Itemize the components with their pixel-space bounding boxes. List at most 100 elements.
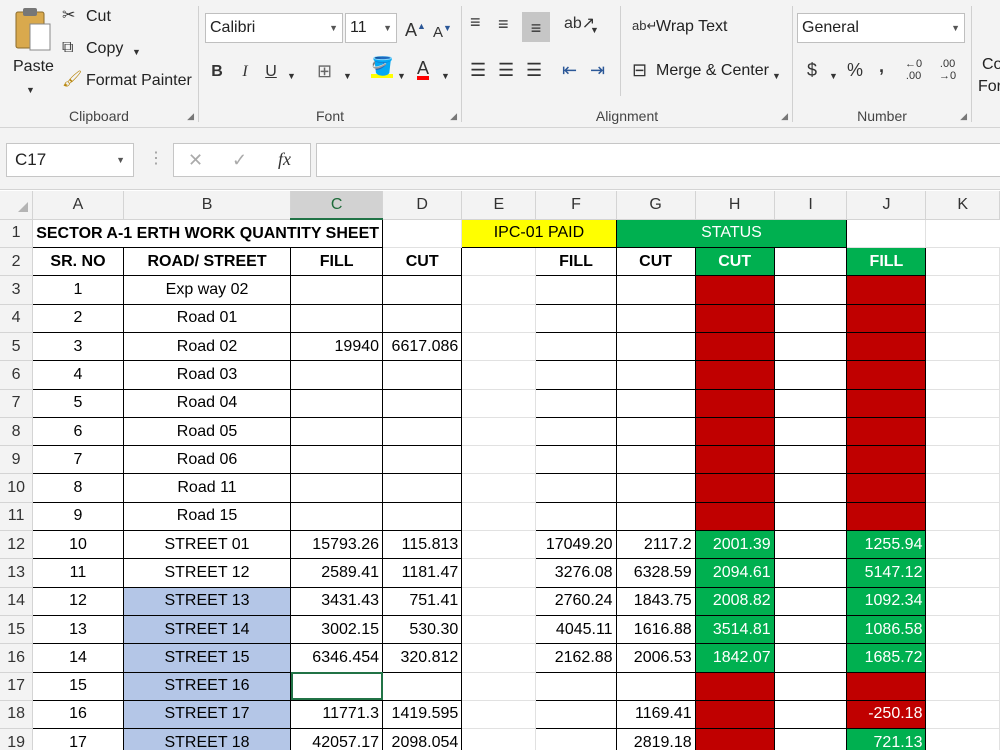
status-fill-cell[interactable] <box>846 303 927 333</box>
sheet-title-cell[interactable]: SECTOR A-1 ERTH WORK QUANTITY SHEET <box>32 218 384 249</box>
status-cut-cell[interactable] <box>694 501 775 532</box>
header-cell[interactable]: ROAD/ STREET <box>122 247 292 277</box>
status-fill-cell[interactable]: 721.13 <box>846 728 927 750</box>
cell[interactable] <box>773 360 848 390</box>
fill-cell[interactable]: 19940 <box>290 331 384 362</box>
road-street-cell[interactable]: STREET 14 <box>122 614 292 645</box>
font-size-select[interactable]: 11 ▼ <box>345 13 397 43</box>
road-street-cell[interactable]: Road 11 <box>122 473 292 503</box>
fill-cell[interactable] <box>290 416 384 447</box>
road-street-cell[interactable]: Road 01 <box>122 303 292 333</box>
cell[interactable] <box>925 303 1000 333</box>
road-street-cell[interactable]: STREET 12 <box>122 558 292 588</box>
cut-cell[interactable] <box>382 388 463 418</box>
road-street-cell[interactable]: STREET 16 <box>122 671 292 701</box>
ipc-fill-cell[interactable] <box>535 501 617 532</box>
percent-button[interactable]: % <box>847 61 863 79</box>
cut-cell[interactable] <box>382 671 463 701</box>
column-header[interactable]: H <box>695 191 775 220</box>
row-header[interactable]: 5 <box>0 332 34 362</box>
orientation-dropdown-icon[interactable]: ▼ <box>590 22 599 38</box>
cell[interactable] <box>925 445 1000 475</box>
cell[interactable] <box>461 388 537 418</box>
cell[interactable] <box>846 218 927 249</box>
cell[interactable] <box>773 303 848 333</box>
road-street-cell[interactable]: Road 15 <box>122 501 292 532</box>
cut-cell[interactable]: 6617.086 <box>382 331 463 362</box>
sr-no-cell[interactable]: 7 <box>32 445 124 475</box>
sr-no-cell[interactable]: 12 <box>32 586 124 616</box>
status-fill-cell[interactable]: 1255.94 <box>846 530 927 560</box>
underline-button[interactable]: U <box>263 64 279 80</box>
ipc-cut-cell[interactable]: 6328.59 <box>615 558 696 588</box>
fill-cell[interactable] <box>290 473 384 503</box>
ipc-paid-header-cell[interactable]: IPC-01 PAID <box>461 218 617 249</box>
cell[interactable] <box>773 586 848 616</box>
status-cut-cell[interactable] <box>694 473 775 503</box>
ipc-cut-cell[interactable] <box>615 388 696 418</box>
borders-dropdown-icon[interactable]: ▼ <box>343 68 352 84</box>
ipc-cut-cell[interactable] <box>615 331 696 362</box>
status-cut-cell[interactable] <box>694 388 775 418</box>
row-header[interactable]: 4 <box>0 304 34 333</box>
increase-decimal-icon[interactable]: ←0.00 <box>905 58 922 82</box>
road-street-cell[interactable]: Road 02 <box>122 331 292 362</box>
cell[interactable] <box>461 558 537 588</box>
cut-cell[interactable]: 115.813 <box>382 530 463 560</box>
bold-button[interactable]: B <box>209 64 225 80</box>
cell[interactable] <box>773 445 848 475</box>
ipc-cut-cell[interactable] <box>615 303 696 333</box>
ipc-fill-cell[interactable]: 3276.08 <box>535 558 617 588</box>
name-box[interactable]: C17 ▼ <box>6 143 134 177</box>
cell[interactable] <box>461 614 537 645</box>
cell[interactable] <box>461 728 537 750</box>
status-cut-cell[interactable] <box>694 275 775 305</box>
status-fill-cell[interactable] <box>846 360 927 390</box>
cell[interactable] <box>461 360 537 390</box>
cut-cell[interactable] <box>382 445 463 475</box>
status-fill-cell[interactable] <box>846 473 927 503</box>
header-cell[interactable]: FILL <box>535 247 617 277</box>
road-street-cell[interactable]: STREET 18 <box>122 728 292 750</box>
road-street-cell[interactable]: STREET 17 <box>122 699 292 730</box>
sr-no-cell[interactable]: 11 <box>32 558 124 588</box>
road-street-cell[interactable]: Road 06 <box>122 445 292 475</box>
status-fill-cell[interactable] <box>846 671 927 701</box>
cut-cell[interactable]: 1181.47 <box>382 558 463 588</box>
cut-cell[interactable]: 2098.054 <box>382 728 463 750</box>
fill-cell[interactable]: 11771.3 <box>290 699 384 730</box>
cell[interactable] <box>461 671 537 701</box>
sr-no-cell[interactable]: 8 <box>32 473 124 503</box>
ipc-fill-cell[interactable] <box>535 331 617 362</box>
cell[interactable] <box>925 699 1000 730</box>
sr-no-cell[interactable]: 17 <box>32 728 124 750</box>
cell[interactable] <box>925 388 1000 418</box>
borders-icon[interactable]: ⊞ <box>317 62 332 80</box>
clipboard-launcher-icon[interactable]: ◢ <box>187 111 194 122</box>
row-header[interactable]: 18 <box>0 700 34 730</box>
cell[interactable] <box>925 671 1000 701</box>
cell[interactable] <box>461 501 537 532</box>
status-cut-cell[interactable] <box>694 360 775 390</box>
header-cell[interactable]: FILL <box>290 247 384 277</box>
status-cut-cell[interactable] <box>694 303 775 333</box>
format-painter-button[interactable]: 🖌 Format Painter <box>62 70 196 94</box>
column-header[interactable]: I <box>774 191 848 220</box>
ipc-fill-cell[interactable] <box>535 728 617 750</box>
cell[interactable] <box>461 643 537 673</box>
ipc-cut-cell[interactable] <box>615 671 696 701</box>
enter-icon[interactable]: ✓ <box>232 151 247 169</box>
increase-indent-icon[interactable]: ⇥ <box>590 61 605 79</box>
cell[interactable] <box>925 331 1000 362</box>
wrap-text-button[interactable]: ab↵ Wrap Text <box>630 16 780 42</box>
row-header[interactable]: 9 <box>0 445 34 475</box>
header-cell[interactable]: SR. NO <box>32 247 124 277</box>
cut-button[interactable]: ✂ Cut <box>62 6 192 30</box>
italic-button[interactable]: I <box>237 64 253 80</box>
cell[interactable] <box>925 247 1000 277</box>
ipc-fill-cell[interactable]: 2760.24 <box>535 586 617 616</box>
status-fill-cell[interactable] <box>846 275 927 305</box>
cut-cell[interactable]: 530.30 <box>382 614 463 645</box>
cell[interactable] <box>925 643 1000 673</box>
sr-no-cell[interactable]: 5 <box>32 388 124 418</box>
